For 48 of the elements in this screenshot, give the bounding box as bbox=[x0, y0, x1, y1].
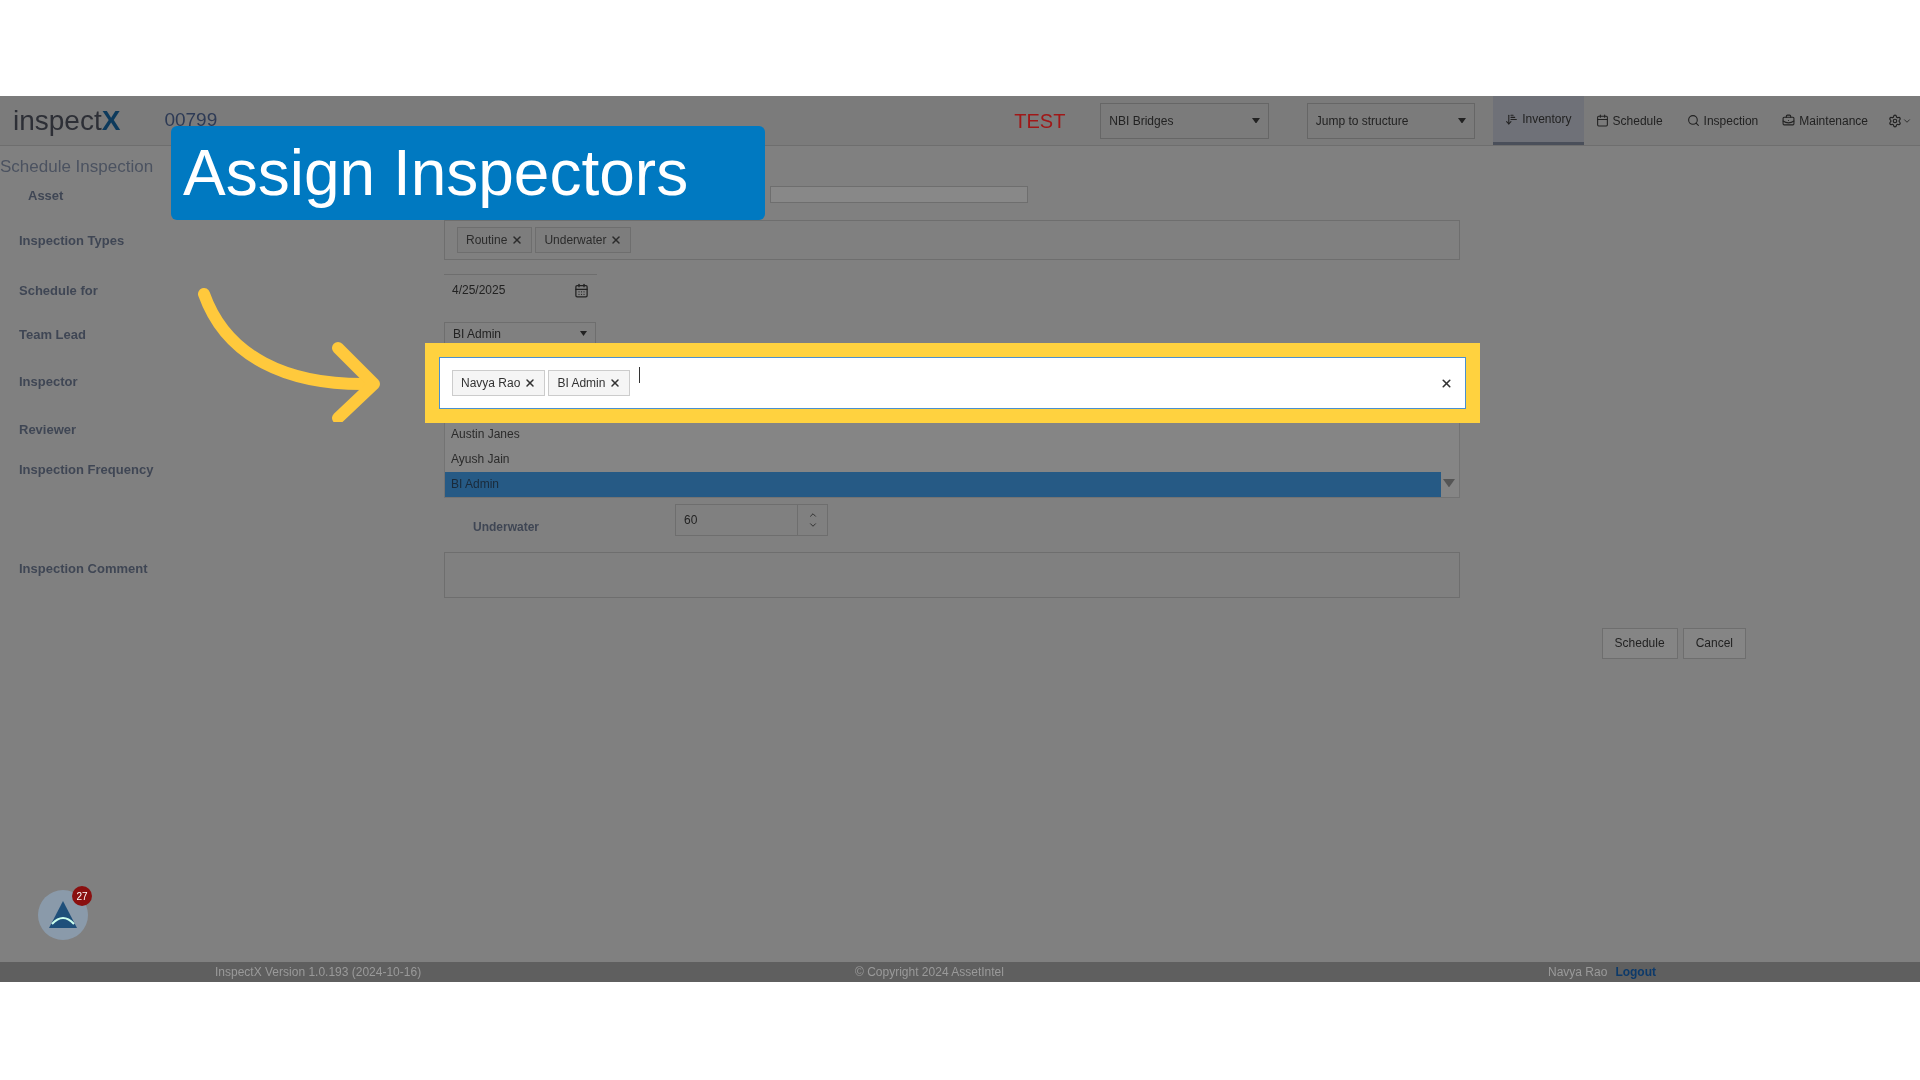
caret-icon bbox=[1458, 117, 1467, 124]
field-label: Inspector bbox=[19, 373, 78, 389]
caret-icon bbox=[1443, 478, 1455, 487]
field-label: Underwater bbox=[473, 518, 541, 536]
remove-icon[interactable] bbox=[609, 377, 622, 389]
notification-badge: 27 bbox=[72, 886, 92, 906]
calendar-icon[interactable] bbox=[574, 282, 589, 298]
dropdown-option[interactable]: BI Admin bbox=[445, 471, 1441, 497]
nav-tab[interactable]: Inventory bbox=[1493, 96, 1584, 145]
field-label: Schedule for bbox=[19, 282, 98, 298]
clear-icon[interactable] bbox=[1440, 376, 1453, 390]
jump-select[interactable]: Jump to structure bbox=[1306, 102, 1476, 139]
field-label: Inspection Types bbox=[19, 232, 125, 248]
remove-icon[interactable] bbox=[524, 377, 537, 389]
field-label: Reviewer bbox=[19, 421, 77, 437]
asset-field[interactable] bbox=[770, 186, 1028, 203]
text-cursor bbox=[639, 367, 641, 383]
briefcase-icon bbox=[1782, 114, 1796, 127]
nav-tab[interactable]: Schedule bbox=[1583, 96, 1675, 145]
dropdown-option[interactable]: Austin Janes bbox=[445, 421, 1459, 447]
field-label: Inspection Comment bbox=[19, 560, 148, 576]
calendar-icon bbox=[1595, 114, 1609, 127]
search-icon bbox=[1686, 114, 1700, 127]
tag-chip: BI Admin bbox=[548, 370, 631, 396]
caret-icon bbox=[1251, 117, 1260, 124]
form-button[interactable]: Schedule bbox=[1601, 627, 1678, 659]
version-text: InspectX Version 1.0.193 (2024-10-16) bbox=[215, 964, 423, 981]
frequency-spinner[interactable]: 60 bbox=[675, 503, 828, 536]
nav-tab[interactable]: Maintenance bbox=[1770, 96, 1880, 145]
tag-chip: Routine bbox=[457, 226, 533, 253]
field-label: Inspection Frequency bbox=[19, 461, 154, 477]
callout-banner: Assign Inspectors bbox=[171, 126, 765, 220]
user-name: Navya Rao bbox=[1548, 964, 1608, 981]
form-button[interactable]: Cancel bbox=[1682, 627, 1746, 659]
copyright-text: © Copyright 2024 AssetIntel bbox=[855, 964, 1005, 981]
tag-chip: Underwater bbox=[535, 226, 632, 253]
field-label: Team Lead bbox=[19, 326, 86, 342]
nav-tab[interactable]: Inspection bbox=[1674, 96, 1771, 145]
caret-icon bbox=[580, 331, 587, 336]
field-label: Asset bbox=[28, 187, 64, 203]
date-field[interactable]: 4/25/2025 bbox=[444, 273, 597, 306]
logo[interactable]: inspectX bbox=[13, 99, 121, 142]
dataset-select[interactable]: NBI Bridges bbox=[1100, 102, 1269, 139]
dropdown-option[interactable]: Ayush Jain bbox=[445, 446, 1459, 472]
environment-label: TEST bbox=[1014, 108, 1066, 134]
sort-icon bbox=[1505, 112, 1519, 126]
tag-chip: Navya Rao bbox=[452, 370, 546, 396]
inspector-field[interactable]: Navya Rao BI Admin bbox=[439, 357, 1466, 409]
